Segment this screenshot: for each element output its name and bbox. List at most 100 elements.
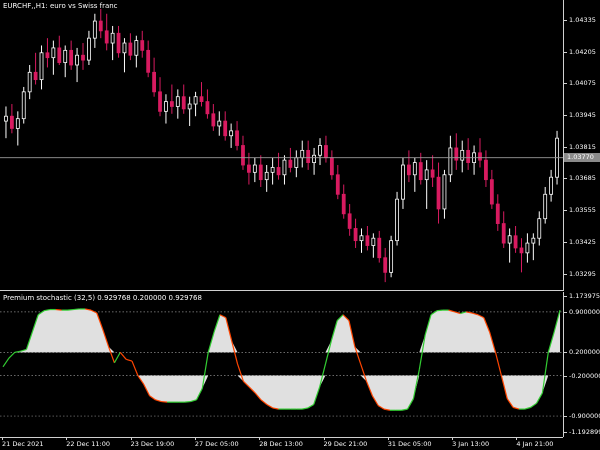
stochastic-line-segment	[2, 357, 10, 368]
candle	[27, 64, 32, 100]
candle	[270, 157, 275, 185]
price-chart-canvas[interactable]	[0, 0, 563, 291]
candle	[235, 121, 239, 151]
chart-terminal[interactable]: EURCHF,,H1: euro vs Swiss franc 1.04335 1…	[0, 0, 600, 450]
candle	[501, 211, 506, 248]
candle	[353, 218, 358, 248]
candle	[300, 140, 305, 168]
price-chart-pane[interactable]: EURCHF,,H1: euro vs Swiss franc	[0, 0, 563, 291]
candle	[87, 30, 91, 65]
indicator-title: Premium stochastic (32,5) 0.929768 0.200…	[3, 294, 202, 302]
stochastic-line-segment	[8, 351, 16, 359]
price-axis-label: 1.03945	[564, 111, 596, 119]
stochastic-fill	[3, 308, 560, 411]
candle	[371, 233, 376, 258]
candle	[128, 33, 133, 61]
candle	[472, 145, 476, 175]
price-axis-label: 1.04075	[564, 79, 596, 88]
candle	[69, 40, 74, 70]
candle	[152, 57, 157, 97]
time-axis-label: 27 Dec 05:00	[194, 437, 239, 448]
candle	[33, 52, 38, 85]
price-axis[interactable]: 1.04335 1.04205 1.04075 1.03945 1.03815 1.036…	[563, 0, 600, 291]
stochastic-line-segment	[55, 308, 62, 311]
candle	[51, 40, 56, 75]
candle	[389, 235, 394, 278]
candle	[531, 233, 536, 261]
candle	[98, 8, 103, 39]
candle	[39, 45, 44, 90]
candle	[258, 155, 263, 187]
indicator-level-label: -0.200000	[563, 372, 600, 380]
candle	[169, 84, 174, 114]
candle	[495, 194, 500, 231]
candle	[140, 30, 145, 58]
candle	[395, 191, 399, 246]
price-axis-label: 1.03685	[564, 174, 596, 183]
time-axis-label: 31 Dec 05:00	[387, 437, 432, 448]
stochastic-line-segment	[73, 308, 80, 311]
candle	[252, 157, 257, 183]
candle	[448, 135, 453, 183]
indicator-level-label: 0.900000	[563, 307, 600, 316]
candle	[324, 135, 328, 163]
stochastic-line-segment	[354, 346, 362, 365]
candle	[424, 160, 429, 209]
price-axis-label: 1.04335	[564, 15, 596, 24]
candle	[513, 226, 518, 253]
candle	[549, 169, 554, 202]
price-axis-label: 1.03555	[564, 206, 596, 215]
candle	[199, 82, 204, 107]
candle	[223, 111, 228, 141]
candle	[15, 111, 20, 146]
stochastic-line-segment	[436, 309, 443, 312]
candle	[187, 96, 192, 126]
price-axis-label: 1.03295	[564, 269, 596, 278]
indicator-level-label: -1.192899	[563, 428, 600, 436]
candle	[318, 138, 322, 166]
candle	[217, 111, 222, 136]
stochastic-line-segment	[113, 352, 121, 364]
time-axis[interactable]: 21 Dec 2021 22 Dec 11:00 23 Dec 19:00 27 De…	[0, 437, 563, 450]
candle	[406, 150, 411, 183]
candle	[335, 165, 340, 200]
candle	[181, 84, 186, 114]
candle	[45, 38, 50, 68]
chart-symbol-title: EURCHF,,H1: euro vs Swiss franc	[3, 2, 118, 10]
candle	[57, 35, 62, 65]
stochastic-line-segment	[161, 400, 168, 403]
candle	[383, 247, 388, 283]
candle	[519, 238, 524, 273]
candle	[282, 155, 287, 185]
price-axis-label: 1.04205	[564, 47, 596, 56]
price-axis-label: 1.03425	[564, 237, 596, 246]
candle	[21, 86, 26, 124]
current-price-tag: 1.03770	[564, 153, 600, 163]
time-axis-label: 21 Dec 2021	[2, 437, 44, 448]
candle	[104, 13, 109, 51]
candle	[134, 35, 139, 68]
time-axis-label: 3 Jan 13:00	[452, 437, 490, 448]
candle	[525, 233, 530, 263]
candle	[205, 89, 210, 119]
candle	[365, 226, 370, 251]
candle	[306, 140, 311, 170]
candle	[377, 230, 382, 263]
stochastic-line-segment	[494, 352, 502, 376]
indicator-pane[interactable]: Premium stochastic (32,5) 0.929768 0.200…	[0, 292, 563, 437]
candle	[9, 104, 14, 134]
indicator-level-label: 1.173975	[563, 292, 600, 300]
candle	[312, 147, 316, 175]
indicator-canvas[interactable]	[0, 292, 563, 437]
time-axis-label: 22 Dec 11:00	[66, 437, 111, 448]
candle	[110, 25, 115, 61]
candle	[276, 152, 281, 180]
candle	[241, 135, 245, 170]
indicator-axis[interactable]: 1.173975 0.900000 0.200000 -0.200000 -0.9000…	[563, 292, 600, 437]
stochastic-line-segment	[184, 400, 191, 403]
indicator-level-label: -0.900000	[563, 412, 600, 420]
candle	[543, 186, 548, 224]
candle	[454, 133, 459, 170]
candle	[460, 140, 465, 173]
candle	[507, 228, 512, 263]
